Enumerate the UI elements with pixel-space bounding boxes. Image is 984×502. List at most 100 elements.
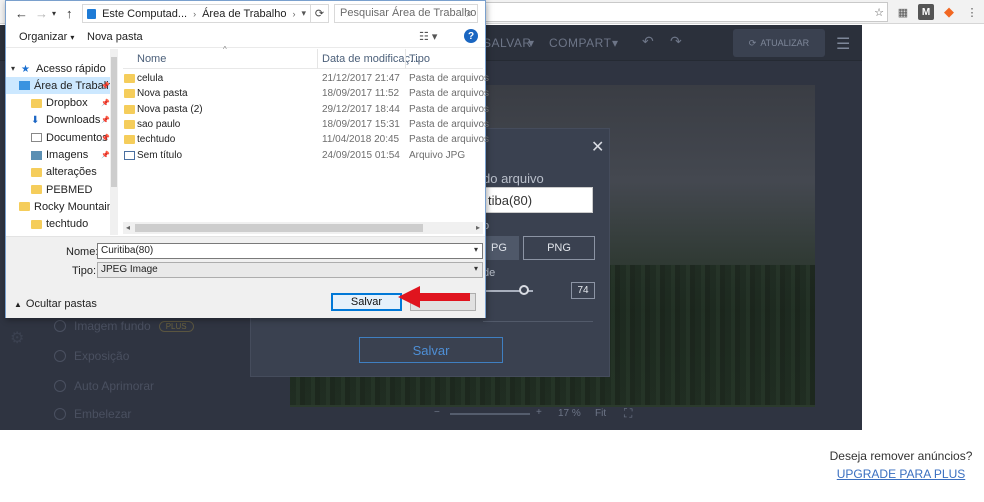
file-date: 24/09/2015 01:54: [322, 149, 400, 161]
zoom-value: 17 %: [558, 408, 581, 419]
table-row[interactable]: sao paulo 18/09/2017 15:31 Pasta de arquiv…: [123, 117, 489, 132]
folder-icon: [124, 104, 135, 114]
close-icon[interactable]: ✕: [591, 137, 604, 157]
breadcrumb-computer[interactable]: Este Computad...: [102, 8, 187, 20]
column-type[interactable]: Tipo: [409, 53, 430, 65]
chevron-down-icon[interactable]: ▾: [474, 245, 478, 254]
upgrade-link[interactable]: UPGRADE PARA PLUS: [829, 467, 973, 481]
sidebar-item--rea-de-trabalho[interactable]: Área de Trabalho 📌: [6, 77, 110, 95]
forward-arrow-icon[interactable]: →: [35, 6, 48, 21]
file-type: Pasta de arquivos: [409, 134, 490, 146]
save-menu[interactable]: SALVAR: [483, 36, 532, 50]
fit-button[interactable]: Fit: [595, 408, 606, 419]
table-row[interactable]: Nova pasta (2) 29/12/2017 18:44 Pasta de a…: [123, 102, 489, 117]
chevron-down-icon[interactable]: ▾: [301, 8, 306, 19]
share-menu[interactable]: COMPART: [549, 36, 611, 50]
save-button[interactable]: Salvar: [331, 293, 402, 311]
sidebar-item-label: Área de Trabalho: [34, 79, 110, 92]
view-options-icon[interactable]: ☷ ▾: [419, 30, 437, 43]
file-name: Nova pasta: [137, 88, 188, 100]
folder-icon: [124, 119, 135, 129]
recent-chevron-icon[interactable]: ▾: [52, 9, 56, 18]
exposure-icon: [54, 350, 66, 362]
bookmark-star-icon[interactable]: ☆: [871, 4, 887, 20]
nav-scroll-thumb[interactable]: [111, 57, 117, 187]
zoom-slider[interactable]: [450, 413, 530, 415]
fullscreen-icon[interactable]: ⛶: [624, 406, 632, 421]
hide-folders-toggle[interactable]: ▲ Ocultar pastas: [14, 298, 97, 310]
file-date: 18/09/2017 15:31: [322, 118, 400, 130]
refresh-icon[interactable]: ⟳: [311, 4, 329, 23]
documents-icon: [31, 133, 42, 143]
chevron-right-icon: ›: [292, 8, 296, 19]
organize-button[interactable]: Organizar ▾: [19, 31, 74, 43]
sidebar-item-rocky-mountain[interactable]: Rocky Mountain: [6, 198, 110, 215]
zoom-in-icon[interactable]: +: [536, 407, 542, 418]
browser-menu-icon[interactable]: ⋮: [964, 4, 980, 20]
file-name: Sem título: [137, 149, 183, 161]
settings-gear-icon[interactable]: ⚙: [10, 328, 24, 348]
dialog-command-bar: Organizar ▾ Nova pasta ☷ ▾ ?: [6, 26, 485, 48]
help-icon[interactable]: ?: [464, 29, 478, 43]
nav-scrollbar[interactable]: [110, 49, 118, 235]
ad-text: Deseja remover anúncios?: [829, 449, 973, 463]
sidebar-item-documentos[interactable]: Documentos 📌: [6, 129, 110, 146]
table-row[interactable]: Nova pasta 18/09/2017 11:52 Pasta de arqui…: [123, 86, 489, 101]
folder-icon: [31, 185, 42, 195]
update-button[interactable]: ⟳ ATUALIZAR: [733, 29, 825, 57]
filename-field[interactable]: Curitiba(80) ▾: [97, 243, 483, 259]
file-type: Pasta de arquivos: [409, 118, 490, 130]
chevron-down-icon[interactable]: ▾: [7, 64, 19, 73]
table-row[interactable]: celula 21/12/2017 21:47 Pasta de arquivos: [123, 71, 489, 86]
scroll-right-icon[interactable]: ▸: [476, 223, 480, 232]
format-png-button[interactable]: PNG: [523, 236, 595, 260]
extension-m-icon[interactable]: M: [918, 4, 934, 20]
sidebar-item-imagens[interactable]: Imagens 📌: [6, 147, 110, 164]
quality-value[interactable]: 74: [571, 282, 595, 299]
filename-input[interactable]: tiba(80): [483, 187, 593, 213]
extension-fox-icon[interactable]: ◆: [941, 4, 957, 20]
sidebar-item-dropbox[interactable]: Dropbox 📌: [6, 95, 110, 112]
breadcrumb-desktop[interactable]: Área de Trabalho: [202, 8, 286, 20]
filetype-label: Tipo:: [72, 265, 97, 277]
sidebar-item-downloads[interactable]: ⬇ Downloads 📌: [6, 112, 110, 129]
sidebar-item-background[interactable]: Imagem fundo PLUS: [54, 319, 194, 333]
star-icon: ★: [21, 64, 30, 75]
column-name[interactable]: Nome: [137, 53, 166, 65]
filetype-select[interactable]: JPEG Image ▾: [97, 262, 483, 278]
back-arrow-icon[interactable]: ←: [15, 6, 28, 21]
redo-icon[interactable]: ↷: [670, 33, 682, 50]
table-row[interactable]: techtudo 11/04/2018 20:45 Pasta de arquivo…: [123, 132, 489, 147]
table-row[interactable]: Sem título 24/09/2015 01:54 Arquivo JPG: [123, 148, 483, 163]
save-menu-caret-icon[interactable]: ▾: [528, 36, 535, 50]
breadcrumb[interactable]: Este Computad... › Área de Trabalho › ▾: [82, 4, 311, 23]
sidebar-item-pebmed[interactable]: PEBMED: [6, 181, 110, 198]
search-input[interactable]: Pesquisar Área de Trabalho ⌕: [334, 4, 478, 23]
sidebar-item-label: techtudo: [46, 218, 89, 231]
sidebar-item-auto-enhance[interactable]: Auto Aprimorar: [54, 379, 154, 393]
hamburger-menu-icon[interactable]: ☰: [836, 34, 850, 54]
new-folder-button[interactable]: Nova pasta: [87, 31, 143, 43]
sidebar-item-acesso-r-pido[interactable]: ▾ ★ Acesso rápido: [6, 60, 110, 77]
update-button-label: ATUALIZAR: [760, 38, 810, 48]
horizontal-scroll-thumb[interactable]: [135, 224, 423, 232]
zoom-out-icon[interactable]: −: [434, 407, 440, 418]
sidebar-item-exposure[interactable]: Exposição: [54, 349, 129, 363]
undo-icon[interactable]: ↶: [642, 33, 654, 50]
sidebar-item-altera-es[interactable]: alterações: [6, 164, 110, 181]
pin-icon: 📌: [101, 134, 110, 142]
quality-slider-handle[interactable]: [519, 285, 529, 295]
address-bar[interactable]: [482, 2, 888, 22]
app-save-button[interactable]: Salvar: [359, 337, 503, 363]
folder-icon: [124, 135, 135, 145]
horizontal-scrollbar[interactable]: ◂ ▸: [123, 222, 483, 234]
folder-icon: [31, 219, 42, 229]
up-arrow-icon[interactable]: ↑: [66, 6, 73, 21]
extension-puzzle-icon[interactable]: ▦: [895, 4, 911, 20]
sidebar-item-beautify[interactable]: Embelezar: [54, 407, 131, 421]
scroll-left-icon[interactable]: ◂: [126, 223, 130, 232]
sidebar-item-techtudo[interactable]: techtudo: [6, 216, 110, 233]
search-placeholder: Pesquisar Área de Trabalho: [340, 7, 477, 19]
sidebar-item-label: PEBMED: [46, 183, 93, 196]
share-menu-caret-icon[interactable]: ▾: [612, 36, 619, 50]
